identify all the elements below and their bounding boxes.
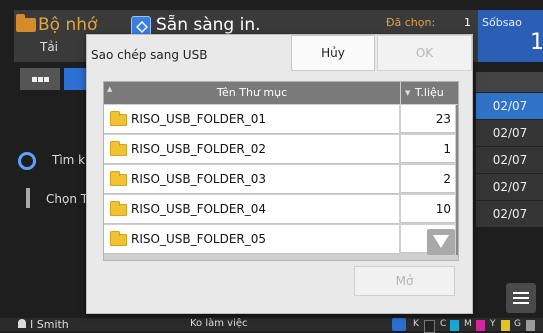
- folder-icon: [16, 14, 36, 32]
- table-row[interactable]: RISO_USB_FOLDER_03 2: [104, 165, 458, 194]
- user-icon: [18, 319, 26, 328]
- ink-label-k: K: [413, 319, 419, 329]
- column-header-folder-name[interactable]: ▲ Tên Thư mục: [104, 82, 400, 104]
- printer-status: Sẵn sàng in.: [156, 15, 261, 35]
- cancel-button[interactable]: Hủy: [291, 35, 375, 71]
- folder-name-cell: RISO_USB_FOLDER_03: [104, 165, 399, 194]
- column-header-label: Tên Thư mục: [216, 86, 288, 99]
- ink-label-g: G: [514, 319, 521, 329]
- table-row[interactable]: RISO_USB_FOLDER_01 23: [104, 105, 458, 134]
- date-list: 02/07 02/07 02/07 02/07 02/07: [476, 92, 543, 227]
- date-cell[interactable]: 02/07: [476, 200, 543, 227]
- ink-label-c: C: [440, 319, 447, 329]
- date-column-header[interactable]: [476, 72, 543, 92]
- table-row[interactable]: RISO_USB_FOLDER_04 10: [104, 195, 458, 224]
- folder-name: RISO_USB_FOLDER_05: [131, 232, 267, 246]
- ink-label-m: M: [464, 319, 472, 329]
- menu-button[interactable]: [506, 283, 536, 313]
- sort-indicator-icon: ▼: [405, 89, 411, 97]
- table-row[interactable]: RISO_USB_FOLDER_05 1: [104, 225, 458, 254]
- folder-icon: [110, 111, 127, 126]
- folder-name-cell: RISO_USB_FOLDER_02: [104, 135, 399, 164]
- user-name: I Smith: [30, 318, 69, 331]
- folder-icon: [110, 201, 127, 216]
- folder-name-cell: RISO_USB_FOLDER_05: [104, 225, 399, 254]
- storage-subtitle: Tải: [40, 40, 59, 54]
- storage-title: Bộ nhớ: [38, 15, 98, 35]
- ink-level-k: [424, 320, 435, 333]
- column-header-label: T.liệu: [415, 86, 444, 99]
- copies-label: Sốbsao: [482, 16, 522, 29]
- copies-value: 1: [530, 30, 543, 55]
- folder-name: RISO_USB_FOLDER_03: [131, 172, 267, 186]
- copy-to-usb-dialog: Sao chép sang USB Hủy OK ▲ Tên Thư mục ▼…: [86, 34, 473, 314]
- printer-status-icon: [131, 16, 151, 36]
- ok-button[interactable]: OK: [377, 35, 472, 71]
- folder-name: RISO_USB_FOLDER_04: [131, 202, 267, 216]
- document-count: 2: [401, 165, 455, 193]
- column-header-documents[interactable]: ▼ T.liệu: [401, 82, 458, 104]
- date-cell[interactable]: 02/07: [476, 92, 543, 119]
- ink-label-y: Y: [490, 319, 496, 329]
- table-row[interactable]: RISO_USB_FOLDER_02 1: [104, 135, 458, 164]
- folder-list: ▲ Tên Thư mục ▼ T.liệu RISO_USB_FOLDER_0…: [103, 81, 459, 261]
- folder-icon: [110, 141, 127, 156]
- folder-icon: [110, 231, 127, 246]
- ink-level-g: [526, 320, 535, 331]
- search-icon[interactable]: [18, 152, 36, 170]
- document-count: 1: [401, 135, 455, 163]
- date-cell[interactable]: 02/07: [476, 146, 543, 173]
- ink-level-m: [476, 320, 485, 331]
- select-marker: [26, 188, 30, 208]
- document-count: 10: [401, 195, 455, 223]
- folder-name-cell: RISO_USB_FOLDER_01: [104, 105, 399, 134]
- dialog-title: Sao chép sang USB: [91, 48, 208, 62]
- date-cell[interactable]: 02/07: [476, 173, 543, 200]
- selected-label: Đã chọn:: [386, 16, 436, 29]
- ink-settings-icon[interactable]: [392, 318, 406, 331]
- folder-name: RISO_USB_FOLDER_02: [131, 142, 267, 156]
- footer-bar: [0, 318, 543, 331]
- folder-name-cell: RISO_USB_FOLDER_04: [104, 195, 399, 224]
- search-label[interactable]: Tìm ki: [52, 153, 88, 167]
- date-cell[interactable]: 02/07: [476, 119, 543, 146]
- selected-count: 1: [464, 16, 471, 29]
- footer-status: Ko làm việc: [190, 318, 248, 329]
- scroll-down-icon[interactable]: [427, 229, 455, 255]
- select-label[interactable]: Chọn T: [46, 192, 88, 206]
- document-count: 23: [401, 105, 455, 133]
- sort-indicator-icon: ▲: [107, 85, 113, 93]
- ink-level-c: [450, 320, 459, 331]
- folder-name: RISO_USB_FOLDER_01: [131, 112, 267, 126]
- ink-level-y: [501, 320, 510, 331]
- scrollbar[interactable]: [456, 105, 458, 255]
- folder-icon: [110, 171, 127, 186]
- open-button[interactable]: Mở: [354, 266, 455, 296]
- thumbnail-view-button[interactable]: [20, 68, 60, 90]
